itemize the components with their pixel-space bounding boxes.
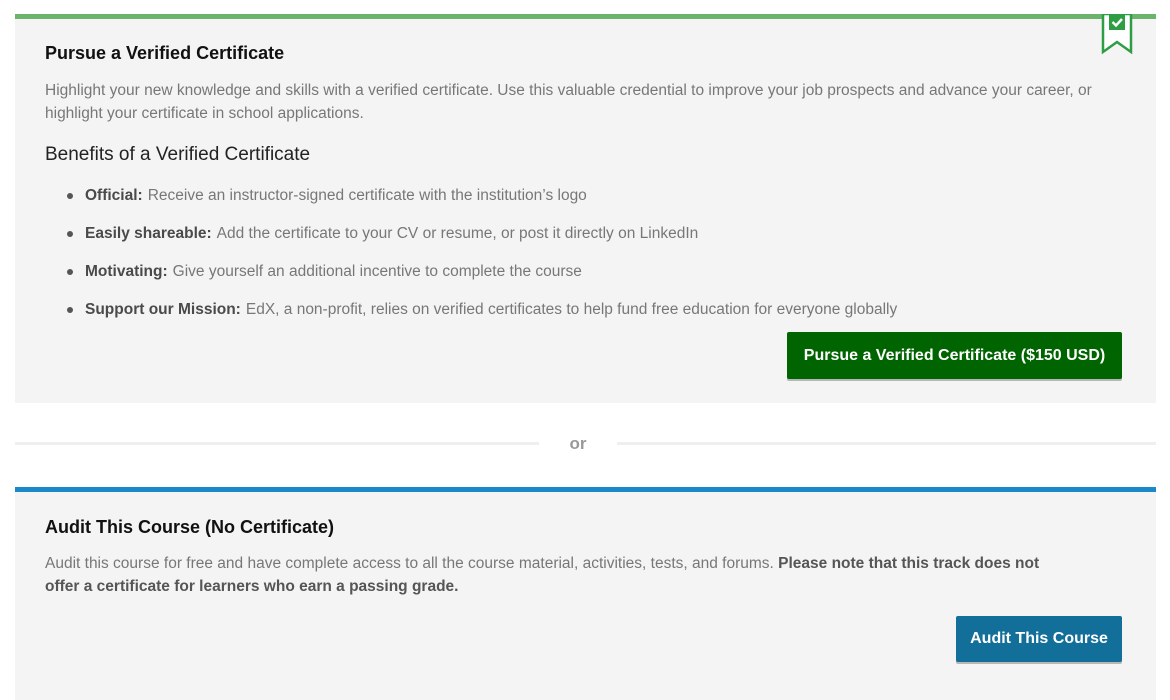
bullet-icon (67, 193, 73, 199)
audit-title: Audit This Course (No Certificate) (45, 517, 335, 537)
divider-or-label: or (569, 434, 587, 453)
benefit-term: Support our Mission: (85, 301, 241, 318)
verified-title: Pursue a Verified Certificate (45, 43, 285, 63)
verified-ribbon-icon (1101, 14, 1133, 55)
verified-description: Highlight your new knowledge and skills … (45, 82, 1092, 122)
benefit-item-mission: Support our Mission: EdX, a non-profit, r… (45, 291, 897, 329)
benefits-list: Official: Receive an instructor-signed ce… (45, 177, 897, 329)
benefit-item-motivating: Motivating: Give yourself an additional i… (45, 253, 897, 291)
bullet-icon (67, 269, 73, 275)
audit-course-panel: Audit This Course (No Certificate) Audit… (15, 487, 1156, 700)
pursue-verified-certificate-button[interactable]: Pursue a Verified Certificate ($150 USD) (787, 332, 1122, 379)
benefit-term: Motivating: (85, 263, 168, 280)
divider-line-left (15, 442, 539, 445)
benefit-item-official: Official: Receive an instructor-signed ce… (45, 177, 897, 215)
audit-description-text: Audit this course for free and have comp… (45, 555, 774, 572)
benefit-item-shareable: Easily shareable: Add the certificate to … (45, 215, 897, 253)
audit-description: Audit this course for free and have comp… (45, 552, 1075, 598)
audit-this-course-button[interactable]: Audit This Course (956, 616, 1122, 662)
track-selection-page: Pursue a Verified Certificate Highlight … (0, 0, 1170, 700)
benefit-text: Receive an instructor-signed certificate… (147, 187, 587, 204)
divider-line-right (617, 442, 1156, 445)
benefit-term: Official: (85, 187, 143, 204)
benefit-text: Give yourself an additional incentive to… (172, 263, 582, 280)
benefits-heading: Benefits of a Verified Certificate (45, 144, 311, 165)
bullet-icon (67, 307, 73, 313)
bullet-icon (67, 231, 73, 237)
benefit-text: Add the certificate to your CV or resume… (216, 225, 699, 242)
benefit-term: Easily shareable: (85, 225, 212, 242)
benefit-text: EdX, a non-profit, relies on verified ce… (245, 301, 898, 318)
verified-certificate-panel: Pursue a Verified Certificate Highlight … (15, 14, 1156, 403)
